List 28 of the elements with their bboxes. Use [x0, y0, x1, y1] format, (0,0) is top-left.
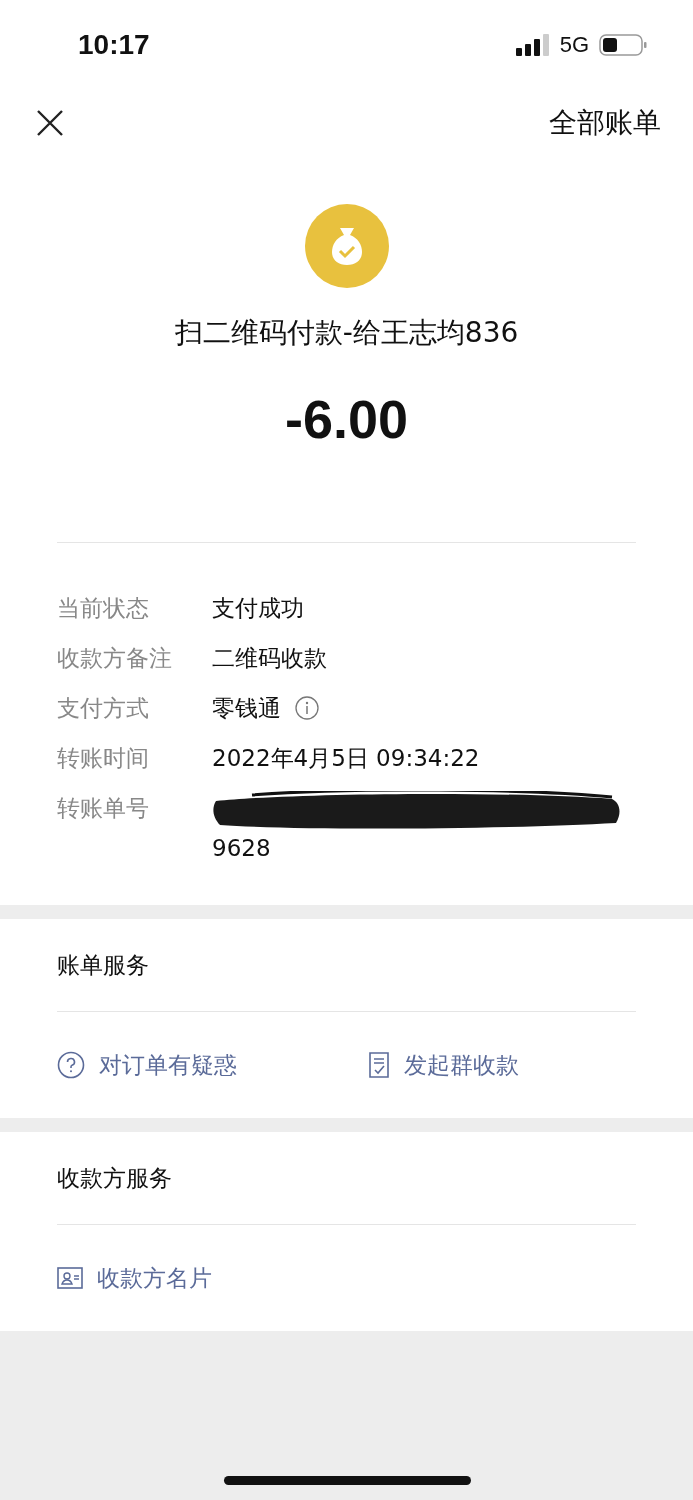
detail-value: 9628	[212, 834, 272, 863]
detail-label: 支付方式	[57, 694, 150, 723]
detail-value: 二维码收款	[212, 644, 328, 673]
service-link[interactable]: 收款方名片	[57, 1262, 212, 1294]
close-button[interactable]	[36, 109, 64, 137]
question-icon	[57, 1051, 85, 1079]
section-title: 账单服务	[57, 950, 150, 980]
detail-label: 当前状态	[57, 594, 150, 623]
contact-card-icon	[57, 1267, 83, 1289]
section-title: 收款方服务	[57, 1163, 173, 1193]
detail-label: 转账单号	[57, 794, 150, 823]
payment-amount: -6.00	[284, 388, 409, 450]
status-time: 10:17	[78, 29, 150, 61]
signal-icon	[515, 34, 550, 56]
all-bills-link[interactable]: 全部账单	[549, 104, 661, 142]
detail-label: 转账时间	[57, 744, 150, 773]
detail-value: 支付成功	[212, 594, 305, 623]
detail-value: 2022年4月5日 09:34:22	[212, 744, 481, 773]
service-link[interactable]: 发起群收款	[368, 1049, 519, 1081]
detail-label: 收款方备注	[57, 644, 173, 673]
money-bag-icon	[304, 204, 389, 288]
checklist-icon	[368, 1051, 390, 1079]
payment-title: 扫二维码付款-给王志均836	[174, 315, 519, 351]
battery-icon	[599, 34, 647, 56]
service-link[interactable]: 对订单有疑惑	[57, 1049, 237, 1081]
network-label: 5G	[559, 32, 589, 58]
detail-value: 零钱通	[212, 694, 281, 723]
info-icon[interactable]	[295, 696, 319, 720]
